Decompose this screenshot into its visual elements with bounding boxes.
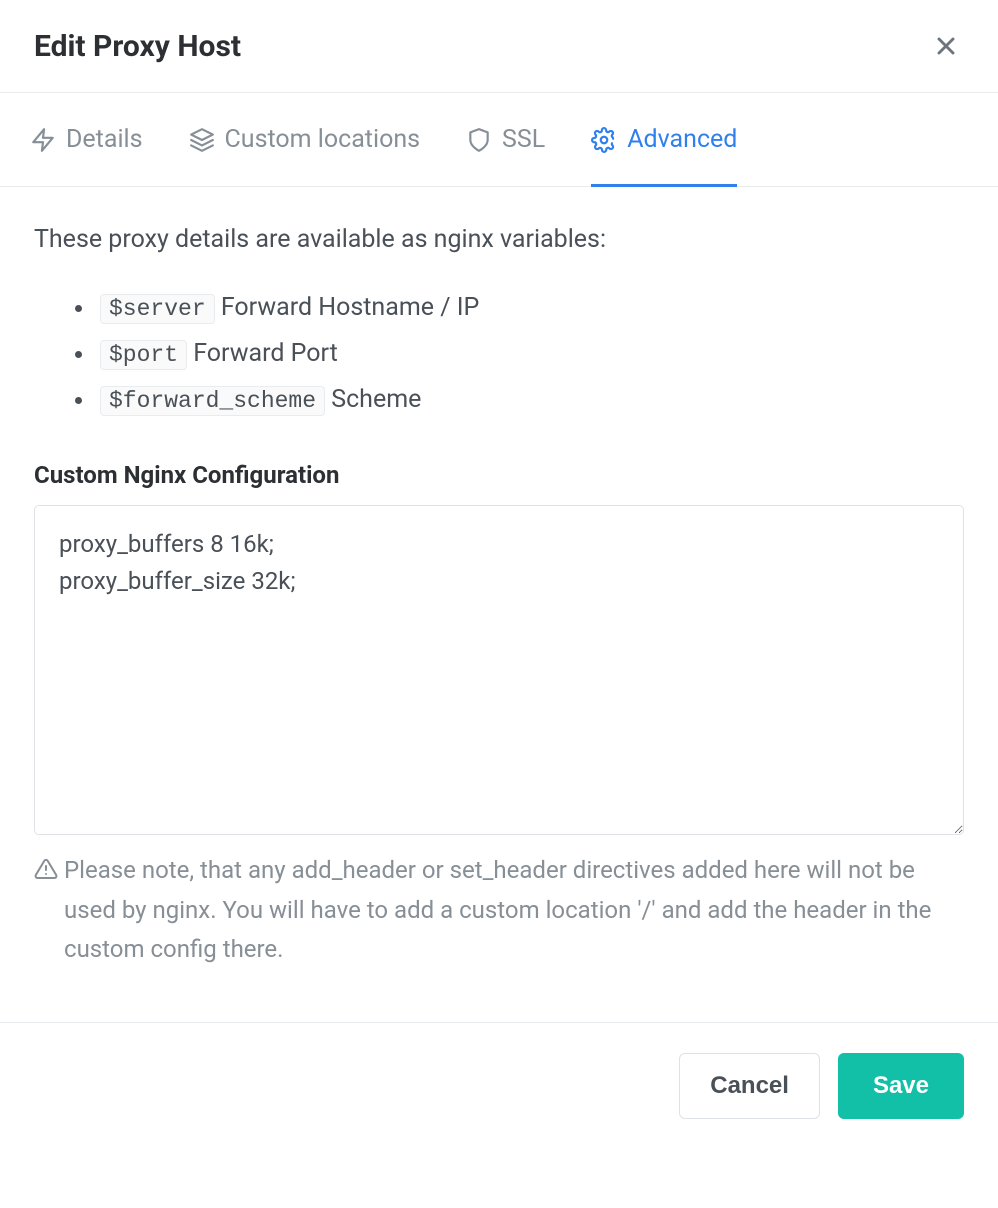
tab-ssl-label: SSL [502,125,545,154]
note-text: Please note, that any add_header or set_… [34,851,964,970]
save-button[interactable]: Save [838,1053,964,1119]
note-content: Please note, that any add_header or set_… [64,851,964,970]
layers-icon [189,127,215,153]
lightning-icon [30,127,56,153]
tab-custom-locations[interactable]: Custom locations [189,93,421,187]
tab-ssl[interactable]: SSL [466,93,545,187]
list-item: $server Forward Hostname / IP [96,285,964,331]
nginx-config-textarea[interactable] [34,505,964,835]
cancel-button[interactable]: Cancel [679,1053,820,1119]
shield-icon [466,127,492,153]
var-code-port: $port [100,340,187,370]
tab-details-label: Details [66,125,143,154]
intro-text: These proxy details are available as ngi… [34,221,964,259]
edit-proxy-host-modal: Edit Proxy Host Details Custom locations… [0,0,998,1149]
var-desc: Forward Hostname / IP [221,293,479,322]
var-desc: Forward Port [193,339,338,368]
close-icon [932,32,960,60]
tab-advanced-label: Advanced [627,125,737,154]
tab-custom-locations-label: Custom locations [225,125,421,154]
list-item: $forward_scheme Scheme [96,377,964,423]
variable-list: $server Forward Hostname / IP $port Forw… [34,285,964,424]
alert-triangle-icon [34,857,58,881]
close-button[interactable] [928,28,964,64]
var-desc: Scheme [331,385,421,414]
var-code-forward-scheme: $forward_scheme [100,386,325,416]
modal-footer: Cancel Save [0,1022,998,1149]
tab-details[interactable]: Details [30,93,143,187]
modal-header: Edit Proxy Host [0,0,998,93]
list-item: $port Forward Port [96,331,964,377]
tabs: Details Custom locations SSL Advanced [0,93,998,187]
gear-icon [591,127,617,153]
modal-title: Edit Proxy Host [34,29,241,64]
config-label: Custom Nginx Configuration [34,461,964,489]
var-code-server: $server [100,294,215,324]
tab-advanced[interactable]: Advanced [591,93,737,187]
modal-body: These proxy details are available as ngi… [0,187,998,1004]
